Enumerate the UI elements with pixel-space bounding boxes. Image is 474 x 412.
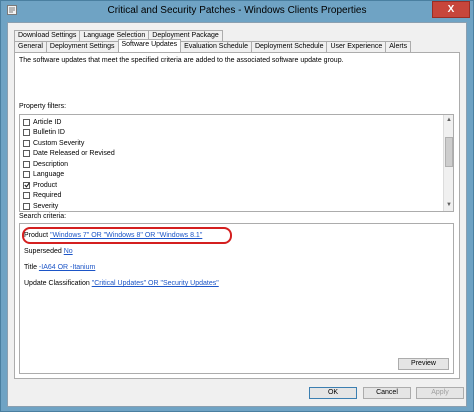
window-title: Critical and Security Patches - Windows … <box>107 5 367 16</box>
list-item[interactable]: Required <box>23 191 61 201</box>
filter-label: Article ID <box>33 118 62 126</box>
criteria-value-link[interactable]: "Critical Updates" OR "Security Updates" <box>92 280 219 287</box>
criteria-prefix: Superseded <box>24 248 64 255</box>
filter-checkbox-checked[interactable] <box>23 181 30 189</box>
search-criteria-label: Search criteria: <box>19 213 67 220</box>
close-button[interactable]: X <box>432 1 470 18</box>
list-item[interactable]: Date Released or Revised <box>23 149 115 159</box>
cancel-button[interactable]: Cancel <box>363 387 411 399</box>
list-item[interactable]: Description <box>23 159 68 169</box>
ok-button[interactable]: OK <box>309 387 357 399</box>
property-filters-list[interactable]: Article ID Bulletin ID Custom Severity D… <box>19 114 454 212</box>
search-criteria-box: Product "Windows 7" OR "Windows 8" OR "W… <box>19 223 454 374</box>
list-item[interactable]: Custom Severity <box>23 138 84 148</box>
criteria-prefix: Update Classification <box>24 280 92 287</box>
criteria-value-link[interactable]: -IA64 OR -Itanium <box>39 264 95 271</box>
tab-alerts[interactable]: Alerts <box>385 41 412 52</box>
filter-checkbox[interactable] <box>23 139 30 147</box>
tab-deployment-schedule[interactable]: Deployment Schedule <box>250 41 328 52</box>
property-filters-label: Property filters: <box>19 103 67 110</box>
filter-checkbox[interactable] <box>23 129 30 136</box>
apply-button[interactable]: Apply <box>416 387 464 399</box>
filter-label: Severity <box>33 202 59 210</box>
scroll-up-icon[interactable]: ▲ <box>445 116 453 125</box>
criteria-prefix: Title <box>24 264 39 271</box>
filter-checkbox[interactable] <box>23 118 30 126</box>
scroll-thumb[interactable] <box>445 137 453 167</box>
highlight-annotation <box>22 227 232 244</box>
criteria-superseded: Superseded No <box>24 248 73 255</box>
filter-label: Product <box>33 181 58 189</box>
tab-deployment-settings[interactable]: Deployment Settings <box>45 41 119 52</box>
filters-scrollbar[interactable]: ▲ ▼ <box>443 115 453 211</box>
checkmark-icon <box>23 182 30 188</box>
filter-label: Required <box>33 192 62 199</box>
filter-checkbox[interactable] <box>23 160 30 168</box>
list-item[interactable]: Language <box>23 170 64 180</box>
software-updates-panel: The software updates that meet the speci… <box>14 52 460 379</box>
filter-label: Date Released or Revised <box>33 150 115 157</box>
list-item[interactable]: Article ID <box>23 117 61 127</box>
filter-checkbox[interactable] <box>23 171 30 178</box>
tab-download-settings[interactable]: Download Settings <box>14 30 81 41</box>
panel-description: The software updates that meet the speci… <box>19 57 344 64</box>
filter-checkbox[interactable] <box>23 150 30 157</box>
tab-general[interactable]: General <box>14 41 47 52</box>
filter-checkbox[interactable] <box>23 192 30 199</box>
filter-label: Bulletin ID <box>33 129 65 136</box>
filter-label: Language <box>33 171 65 178</box>
dialog-client-area: Download Settings Language Selection Dep… <box>7 22 467 407</box>
filter-label: Description <box>33 160 69 168</box>
criteria-update-classification: Update Classification "Critical Updates"… <box>24 280 219 287</box>
tab-software-updates[interactable]: Software Updates <box>117 39 182 52</box>
criteria-title: Title -IA64 OR -Itanium <box>24 264 95 271</box>
preview-button[interactable]: Preview <box>398 358 449 370</box>
filter-label: Custom Severity <box>33 139 85 147</box>
criteria-value-link[interactable]: No <box>64 248 73 255</box>
tab-evaluation-schedule[interactable]: Evaluation Schedule <box>180 41 252 52</box>
list-item[interactable]: Severity <box>23 201 58 211</box>
list-item[interactable]: Product <box>23 180 57 190</box>
scroll-down-icon[interactable]: ▼ <box>445 201 453 210</box>
list-item[interactable]: Bulletin ID <box>23 128 65 138</box>
tab-row-bottom: General Deployment Settings Software Upd… <box>14 39 412 52</box>
tab-user-experience[interactable]: User Experience <box>326 41 387 52</box>
title-bar[interactable]: Critical and Security Patches - Windows … <box>1 1 473 21</box>
properties-window: Critical and Security Patches - Windows … <box>0 0 474 412</box>
filter-checkbox[interactable] <box>23 202 30 210</box>
